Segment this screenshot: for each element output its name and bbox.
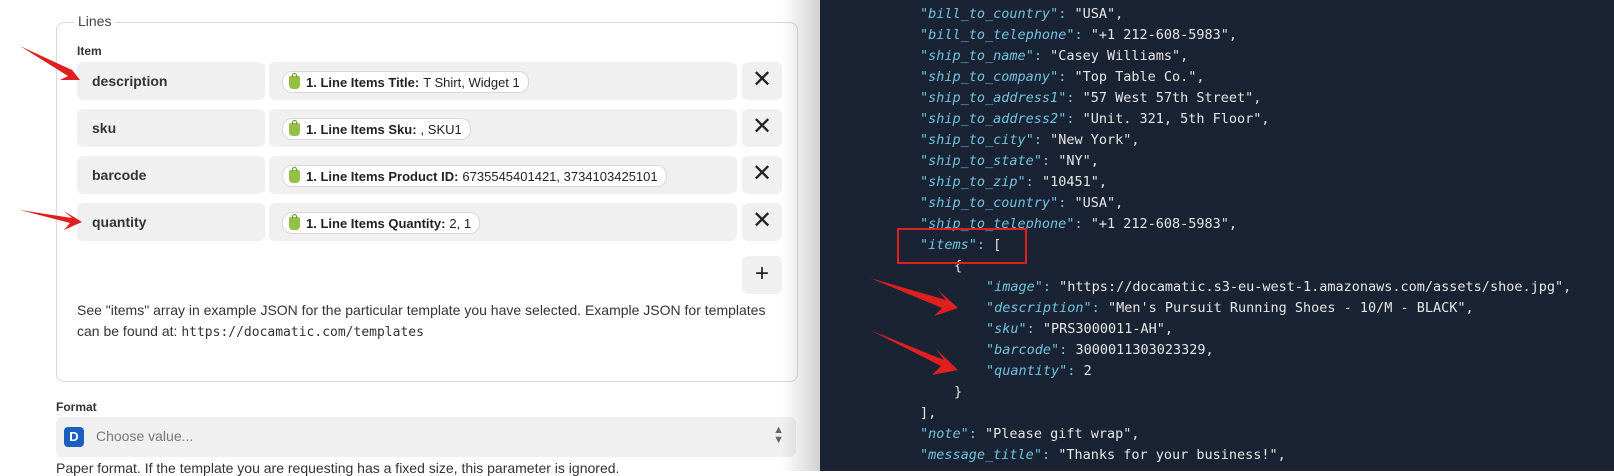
- arrow-to-quantity: [20, 210, 82, 230]
- annotation-arrows: [20, 46, 958, 375]
- arrow-to-description: [20, 46, 80, 80]
- arrow-to-json-description: [870, 278, 958, 316]
- arrow-to-json-quantity: [870, 330, 958, 375]
